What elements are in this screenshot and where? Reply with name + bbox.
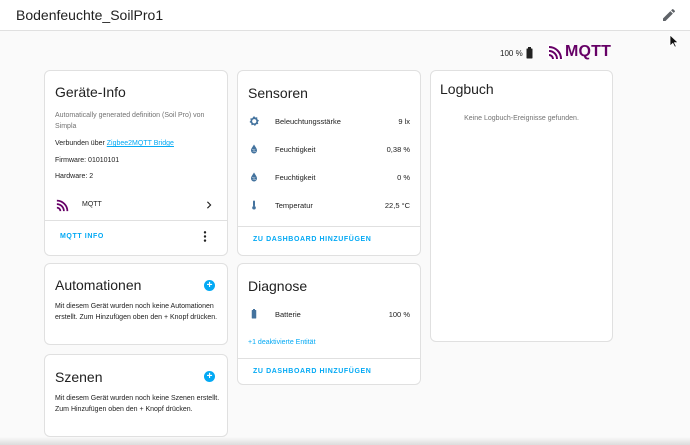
sensor-name: Feuchtigkeit [275,172,316,182]
sensors-title: Sensoren [248,85,308,101]
sensor-row[interactable]: Beleuchtungsstärke 9 lx [238,111,420,131]
mqtt-logo-text: MQTT [565,43,612,60]
sensor-row[interactable]: Temperatur 22,5 °C [238,195,420,215]
scenes-title: Szenen [55,369,103,385]
device-info-title: Geräte-Info [55,84,126,100]
device-info-card: Geräte-Info Automatically generated defi… [44,70,228,256]
top-bar: Bodenfeuchte_SoilPro1 [0,0,690,31]
mqtt-logo-icon [548,44,564,60]
mouse-cursor-icon [669,34,679,48]
device-info-divider [45,220,227,221]
diagnostics-card: Diagnose Batterie 100 % +1 deaktivierte … [237,263,421,385]
page-title: Bodenfeuchte_SoilPro1 [16,7,164,23]
water-percent-icon [251,144,257,154]
sensor-value: 9 lx [398,116,410,126]
automations-empty-text: Mit diesem Gerät wurden noch keine Autom… [55,303,218,321]
logbook-card: Logbuch Keine Logbuch-Ereignisse gefunde… [430,70,613,342]
sensor-name: Beleuchtungsstärke [275,116,341,126]
water-percent-icon [251,172,257,182]
diagnostics-title: Diagnose [248,278,308,294]
sensor-value: 22,5 °C [384,200,410,210]
scenes-empty-text: Mit diesem Gerät wurden noch keine Szene… [55,395,220,413]
sensor-row[interactable]: Feuchtigkeit 0 % [238,167,420,187]
thermometer-icon [252,200,256,210]
battery-level: 100 % [500,48,523,58]
sensors-add-to-dashboard-button[interactable]: ZU DASHBOARD HINZUFÜGEN [253,236,371,243]
battery-status: 100 % [500,46,533,60]
mqtt-logo: MQTT [548,42,611,62]
sensors-divider [238,226,420,227]
scenes-card: Szenen + Mit diesem Gerät wurden noch ke… [44,354,228,437]
device-description: Automatically generated definition (Soil… [55,112,205,130]
automations-title: Automationen [55,277,142,293]
diagnostic-name: Batterie [275,309,301,319]
diagnostics-divider [238,358,420,359]
sensor-value: 0,38 % [386,144,410,154]
device-hardware: Hardware: 2 [55,173,94,180]
diagnostic-value: 100 % [388,309,410,319]
connected-prefix: Verbunden über [55,140,107,147]
mqtt-integration-label: MQTT [82,201,102,208]
mqtt-integration-row[interactable]: MQTT [45,193,227,215]
zigbee2mqtt-bridge-link[interactable]: Zigbee2MQTT Bridge [107,140,174,147]
logbook-empty-text: Keine Logbuch-Ereignisse gefunden. [464,115,579,122]
disabled-entities-link[interactable]: +1 deaktivierte Entität [248,337,316,348]
mqtt-integration-icon [56,199,69,212]
more-vert-icon[interactable] [203,231,207,242]
bottom-shadow [0,437,690,445]
automations-card: Automationen + Mit diesem Gerät wurden n… [44,263,228,345]
add-automation-button[interactable]: + [204,280,215,291]
sensor-name: Feuchtigkeit [275,144,316,154]
battery-icon [251,309,257,319]
sensor-name: Temperatur [275,200,313,210]
diagnostics-add-to-dashboard-button[interactable]: ZU DASHBOARD HINZUFÜGEN [253,368,371,375]
sensor-row[interactable]: Feuchtigkeit 0,38 % [238,139,420,159]
sensors-card: Sensoren Beleuchtungsstärke 9 lx Feuchti… [237,70,421,256]
device-firmware: Firmware: 01010101 [55,157,120,164]
brightness-icon [249,116,259,126]
add-scene-button[interactable]: + [204,371,215,382]
device-connected: Verbunden über Zigbee2MQTT Bridge [55,138,174,149]
pencil-icon[interactable] [661,7,677,23]
mqtt-info-button[interactable]: MQTT INFO [60,233,104,240]
diagnostic-row[interactable]: Batterie 100 % [238,304,420,324]
logbook-title: Logbuch [440,81,494,97]
chevron-right-icon [207,201,212,209]
sensor-value: 0 % [397,172,410,182]
battery-icon [526,47,533,59]
